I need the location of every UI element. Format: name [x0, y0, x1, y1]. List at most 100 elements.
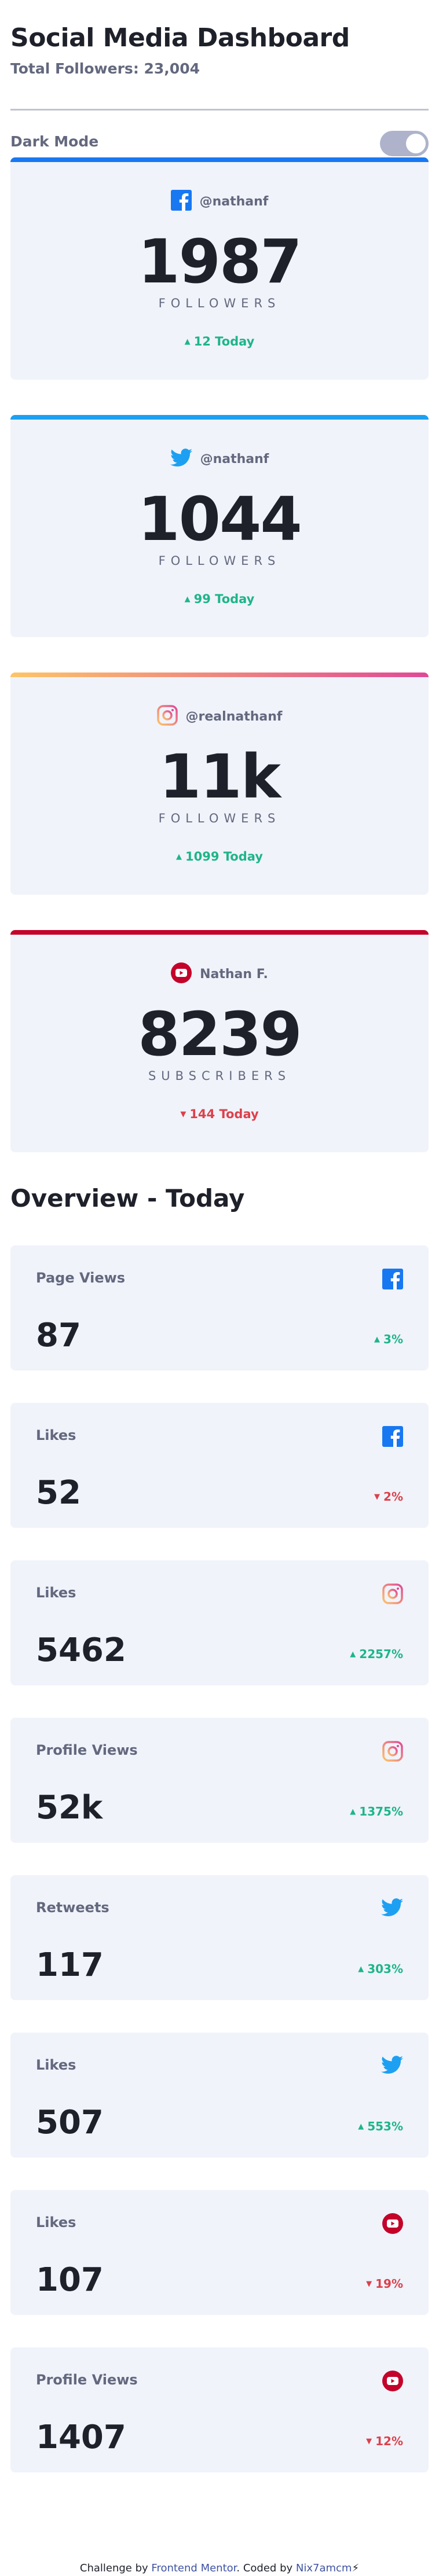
arrow-up-icon: ▲: [374, 1335, 381, 1344]
metric-value: 107: [36, 2261, 104, 2299]
daily-change-value: 144 Today: [189, 1107, 259, 1121]
frontend-mentor-link[interactable]: Frontend Mentor: [151, 2562, 236, 2574]
metric-value: 1407: [36, 2419, 126, 2456]
metric-value: 507: [36, 2104, 104, 2141]
overview-card-facebook-likes[interactable]: Likes 52 ▼ 2%: [10, 1403, 429, 1528]
metric-change-value: 303%: [367, 1962, 403, 1976]
twitter-icon: [381, 1898, 403, 1919]
arrow-down-icon: ▼: [366, 2437, 372, 2446]
metric-label: Likes: [36, 2057, 76, 2073]
follower-unit: SUBSCRIBERS: [148, 1069, 291, 1083]
metric-change: ▼ 2%: [374, 1490, 403, 1504]
overview-card-twitter-retweets[interactable]: Retweets 117 ▲ 303%: [10, 1875, 429, 2000]
metric-change: ▲ 2257%: [350, 1647, 403, 1661]
arrow-down-icon: ▼: [180, 1110, 186, 1119]
author-link[interactable]: Nix7amcm: [296, 2562, 352, 2574]
arrow-down-icon: ▼: [366, 2280, 372, 2288]
metric-value: 52: [36, 1474, 81, 1512]
handle-row: @nathanf: [10, 190, 429, 213]
metric-change-value: 553%: [367, 2119, 403, 2133]
account-handle: @nathanf: [200, 451, 269, 466]
metric-label: Profile Views: [36, 1742, 138, 1758]
dark-mode-label: Dark Mode: [10, 133, 99, 150]
follower-card-twitter[interactable]: @nathanf 1044 FOLLOWERS ▲ 99 Today: [10, 415, 429, 637]
overview-card-twitter-likes[interactable]: Likes 507 ▲ 553%: [10, 2033, 429, 2158]
toggle-knob: [406, 134, 426, 153]
follower-unit: FOLLOWERS: [158, 296, 281, 310]
metric-label: Likes: [36, 1585, 76, 1601]
daily-change: ▲ 99 Today: [10, 592, 429, 606]
twitter-icon: [381, 2056, 403, 2077]
dark-mode-toggle[interactable]: [380, 131, 429, 156]
header-divider: [10, 109, 429, 111]
overview-card-youtube-likes[interactable]: Likes 107 ▼ 19%: [10, 2190, 429, 2315]
metric-change: ▲ 553%: [358, 2119, 403, 2133]
follower-card-facebook[interactable]: @nathanf 1987 FOLLOWERS ▲ 12 Today: [10, 157, 429, 380]
instagram-icon: [156, 705, 178, 728]
daily-change-value: 1099 Today: [185, 850, 263, 863]
handle-row: Nathan F.: [10, 962, 429, 986]
metric-change-value: 3%: [383, 1332, 403, 1346]
follower-card-instagram[interactable]: @realnathanf 11k FOLLOWERS ▲ 1099 Today: [10, 673, 429, 895]
daily-change-value: 12 Today: [193, 335, 255, 348]
handle-row: @realnathanf: [10, 705, 429, 728]
overview-card-instagram-likes[interactable]: Likes 5462 ▲ 2257%: [10, 1560, 429, 1685]
lightning-icon: ⚡: [352, 2562, 360, 2574]
metric-label: Page Views: [36, 1270, 126, 1286]
arrow-down-icon: ▼: [374, 1493, 381, 1501]
overview-card-youtube-profile-views[interactable]: Profile Views 1407 ▼ 12%: [10, 2347, 429, 2472]
metric-change-value: 19%: [375, 2277, 403, 2291]
follower-count: 1987: [138, 226, 302, 297]
arrow-up-icon: ▲: [358, 1965, 364, 1974]
card-accent-stripe: [10, 930, 429, 935]
page-title: Social Media Dashboard: [10, 23, 350, 53]
arrow-up-icon: ▲: [358, 2122, 364, 2131]
card-accent-stripe: [10, 415, 429, 420]
arrow-up-icon: ▲: [176, 852, 182, 861]
footer-middle: . Coded by: [236, 2562, 296, 2574]
arrow-up-icon: ▲: [350, 1650, 356, 1659]
metric-change-value: 2257%: [359, 1647, 403, 1661]
card-accent-stripe: [10, 157, 429, 162]
facebook-icon: [170, 190, 192, 213]
metric-value: 5462: [36, 1631, 126, 1669]
facebook-icon: [382, 1269, 403, 1292]
metric-change: ▲ 1375%: [350, 1805, 403, 1818]
metric-change-value: 1375%: [359, 1805, 403, 1818]
arrow-up-icon: ▲: [184, 337, 191, 346]
daily-change-value: 99 Today: [193, 592, 255, 606]
overview-card-instagram-profile-views[interactable]: Profile Views 52k ▲ 1375%: [10, 1718, 429, 1843]
account-handle: @realnathanf: [185, 709, 283, 724]
daily-change: ▲ 1099 Today: [10, 850, 429, 863]
youtube-icon: [382, 2213, 403, 2236]
metric-value: 87: [36, 1317, 81, 1354]
metric-change: ▼ 19%: [366, 2277, 403, 2291]
metric-change: ▼ 12%: [366, 2434, 403, 2448]
instagram-icon: [382, 1583, 403, 1607]
overview-card-facebook-page-views[interactable]: Page Views 87 ▲ 3%: [10, 1245, 429, 1370]
metric-label: Likes: [36, 2214, 76, 2230]
metric-change: ▲ 3%: [374, 1332, 403, 1346]
daily-change: ▼ 144 Today: [10, 1107, 429, 1121]
follower-card-youtube[interactable]: Nathan F. 8239 SUBSCRIBERS ▼ 144 Today: [10, 930, 429, 1152]
follower-count: 1044: [138, 484, 302, 554]
metric-change-value: 2%: [383, 1490, 403, 1504]
card-accent-stripe: [10, 673, 429, 677]
overview-title: Overview - Today: [10, 1184, 245, 1212]
metric-label: Likes: [36, 1427, 76, 1443]
metric-change: ▲ 303%: [358, 1962, 403, 1976]
follower-unit: FOLLOWERS: [158, 811, 281, 825]
arrow-up-icon: ▲: [184, 595, 191, 604]
youtube-icon: [171, 962, 192, 986]
youtube-icon: [382, 2371, 403, 2394]
follower-count: 11k: [159, 741, 281, 812]
metric-label: Profile Views: [36, 2372, 138, 2388]
account-handle: Nathan F.: [200, 967, 268, 982]
instagram-icon: [382, 1741, 403, 1764]
handle-row: @nathanf: [10, 447, 429, 471]
follower-unit: FOLLOWERS: [158, 554, 281, 568]
attribution-footer: Challenge by Frontend Mentor. Coded by N…: [10, 2562, 429, 2574]
arrow-up-icon: ▲: [350, 1807, 356, 1816]
daily-change: ▲ 12 Today: [10, 335, 429, 348]
footer-prefix: Challenge by: [79, 2562, 152, 2574]
